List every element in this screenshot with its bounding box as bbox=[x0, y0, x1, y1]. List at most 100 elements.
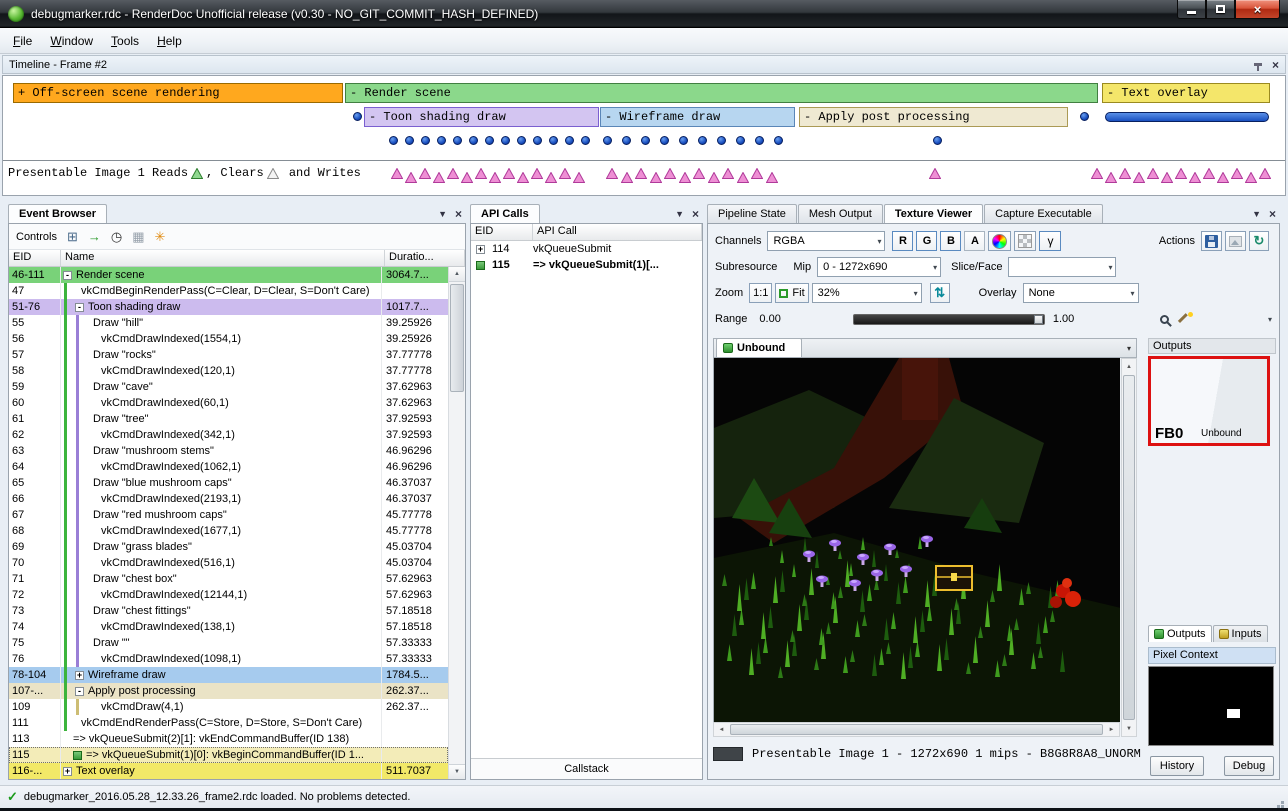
column-header-api-call[interactable]: API Call bbox=[533, 224, 702, 240]
texture-horizontal-scrollbar[interactable]: ◄ ► bbox=[713, 722, 1120, 737]
usage-triangle-icon[interactable] bbox=[559, 168, 571, 179]
api-call-row[interactable]: +114vkQueueSubmit bbox=[471, 241, 702, 257]
collapse-box-icon[interactable]: - bbox=[75, 303, 84, 312]
event-row[interactable]: 64vkCmdDrawIndexed(1062,1)46.96296 bbox=[9, 459, 448, 475]
slice-face-select[interactable]: ▾ bbox=[1008, 257, 1116, 277]
usage-triangle-icon[interactable] bbox=[766, 172, 778, 183]
pin-icon[interactable] bbox=[1254, 63, 1262, 66]
side-tab-inputs[interactable]: Inputs bbox=[1213, 625, 1268, 642]
usage-write-marker[interactable] bbox=[650, 172, 662, 186]
timeline-block--apply-post-processing[interactable]: - Apply post processing bbox=[799, 107, 1068, 127]
event-row[interactable]: 71Draw "chest box"57.62963 bbox=[9, 571, 448, 587]
usage-write-marker[interactable] bbox=[1259, 168, 1271, 182]
usage-triangle-icon[interactable] bbox=[461, 172, 473, 183]
timeline-block--text-overlay[interactable]: - Text overlay bbox=[1102, 83, 1270, 103]
draw-dot[interactable] bbox=[389, 136, 398, 145]
usage-write-marker[interactable] bbox=[1133, 172, 1145, 186]
usage-write-marker[interactable] bbox=[679, 172, 691, 186]
usage-triangle-icon[interactable] bbox=[545, 172, 557, 183]
column-header-name[interactable]: Name bbox=[61, 250, 385, 266]
draw-dot[interactable] bbox=[533, 136, 542, 145]
event-row[interactable]: 66vkCmdDrawIndexed(2193,1)46.37037 bbox=[9, 491, 448, 507]
draw-dot[interactable] bbox=[421, 136, 430, 145]
close-icon[interactable]: × bbox=[1272, 58, 1279, 72]
usage-write-marker[interactable] bbox=[419, 168, 431, 182]
usage-write-marker[interactable] bbox=[722, 168, 734, 182]
fit-button[interactable]: Fit bbox=[775, 283, 808, 303]
chevron-down-icon[interactable]: ▼ bbox=[438, 209, 447, 219]
event-row[interactable]: 78-104+Wireframe draw1784.5... bbox=[9, 667, 448, 683]
refresh-button[interactable]: ↻ bbox=[1249, 231, 1269, 251]
draw-dot[interactable] bbox=[679, 136, 688, 145]
draw-dot[interactable] bbox=[603, 136, 612, 145]
usage-triangle-icon[interactable] bbox=[1189, 172, 1201, 183]
channel-a-button[interactable]: A bbox=[964, 231, 985, 251]
chevron-down-icon[interactable]: ▾ bbox=[1268, 315, 1272, 324]
usage-triangle-icon[interactable] bbox=[475, 168, 487, 179]
usage-write-marker[interactable] bbox=[737, 172, 749, 186]
usage-write-marker[interactable] bbox=[475, 168, 487, 182]
usage-triangle-icon[interactable] bbox=[517, 172, 529, 183]
channel-b-button[interactable]: B bbox=[940, 231, 961, 251]
usage-triangle-icon[interactable] bbox=[1259, 168, 1271, 179]
side-tab-outputs[interactable]: Outputs bbox=[1148, 625, 1212, 642]
browse-icon[interactable]: ⊞ bbox=[67, 230, 78, 243]
usage-write-marker[interactable] bbox=[1105, 172, 1117, 186]
usage-triangle-icon[interactable] bbox=[751, 168, 763, 179]
usage-triangle-icon[interactable] bbox=[405, 172, 417, 183]
goto-eid-icon[interactable]: → bbox=[88, 230, 101, 243]
event-row[interactable]: 72vkCmdDrawIndexed(12144,1)57.62963 bbox=[9, 587, 448, 603]
usage-write-marker[interactable] bbox=[545, 172, 557, 186]
usage-triangle-icon[interactable] bbox=[391, 168, 403, 179]
channel-r-button[interactable]: R bbox=[892, 231, 913, 251]
close-icon[interactable]: × bbox=[455, 209, 462, 219]
usage-write-marker[interactable] bbox=[708, 172, 720, 186]
expand-box-icon[interactable]: + bbox=[75, 671, 84, 680]
draw-dot[interactable] bbox=[755, 136, 764, 145]
draw-dot[interactable] bbox=[549, 136, 558, 145]
draw-dot[interactable] bbox=[405, 136, 414, 145]
flip-y-button[interactable]: ⇅ bbox=[930, 283, 950, 303]
draw-dot[interactable] bbox=[660, 136, 669, 145]
usage-triangle-icon[interactable] bbox=[447, 168, 459, 179]
event-row[interactable]: 55Draw "hill"39.25926 bbox=[9, 315, 448, 331]
tab-unbound-texture[interactable]: Unbound bbox=[716, 338, 802, 357]
usage-triangle-icon[interactable] bbox=[1203, 168, 1215, 179]
usage-write-marker[interactable] bbox=[447, 168, 459, 182]
tab-capture-executable[interactable]: Capture Executable bbox=[984, 204, 1103, 223]
timeline-block--render-scene[interactable]: - Render scene bbox=[345, 83, 1098, 103]
texture-image[interactable] bbox=[714, 358, 1120, 722]
scroll-left-icon[interactable]: ◄ bbox=[714, 723, 729, 736]
fb0-thumbnail[interactable]: FB0 Unbound bbox=[1148, 356, 1270, 446]
usage-write-marker[interactable] bbox=[1189, 172, 1201, 186]
minimize-button[interactable] bbox=[1177, 0, 1206, 19]
scroll-up-icon[interactable]: ▲ bbox=[1122, 359, 1136, 374]
usage-write-marker[interactable] bbox=[693, 168, 705, 182]
column-header-eid[interactable]: EID bbox=[471, 224, 533, 240]
draw-dot[interactable] bbox=[501, 136, 510, 145]
usage-triangle-icon[interactable] bbox=[621, 172, 633, 183]
event-row[interactable]: 116-...+Text overlay511.7037 bbox=[9, 763, 448, 779]
gamma-button[interactable]: γ bbox=[1039, 231, 1061, 251]
event-row[interactable]: 76vkCmdDrawIndexed(1098,1)57.33333 bbox=[9, 651, 448, 667]
tab-pipeline-state[interactable]: Pipeline State bbox=[707, 204, 797, 223]
maximize-button[interactable] bbox=[1206, 0, 1235, 19]
zoom-1to1-button[interactable]: 1:1 bbox=[749, 283, 772, 303]
debug-button[interactable]: Debug bbox=[1224, 756, 1274, 776]
usage-triangle-icon[interactable] bbox=[1091, 168, 1103, 179]
usage-triangle-icon[interactable] bbox=[708, 172, 720, 183]
resize-grip[interactable] bbox=[1281, 801, 1284, 804]
usage-write-marker[interactable] bbox=[559, 168, 571, 182]
draw-dot[interactable] bbox=[353, 112, 362, 121]
event-row[interactable]: 74vkCmdDrawIndexed(138,1)57.18518 bbox=[9, 619, 448, 635]
draw-dot[interactable] bbox=[485, 136, 494, 145]
channels-select[interactable]: RGBA ▾ bbox=[767, 231, 885, 251]
draw-dot[interactable] bbox=[453, 136, 462, 145]
event-row[interactable]: 113=> vkQueueSubmit(2)[1]: vkEndCommandB… bbox=[9, 731, 448, 747]
event-browser-scrollbar[interactable]: ▲ ▼ bbox=[448, 267, 465, 779]
menu-item-help[interactable]: Help bbox=[148, 30, 191, 52]
channel-g-button[interactable]: G bbox=[916, 231, 937, 251]
usage-write-marker[interactable] bbox=[664, 168, 676, 182]
draw-dot[interactable] bbox=[622, 136, 631, 145]
usage-write-marker[interactable] bbox=[573, 172, 585, 186]
